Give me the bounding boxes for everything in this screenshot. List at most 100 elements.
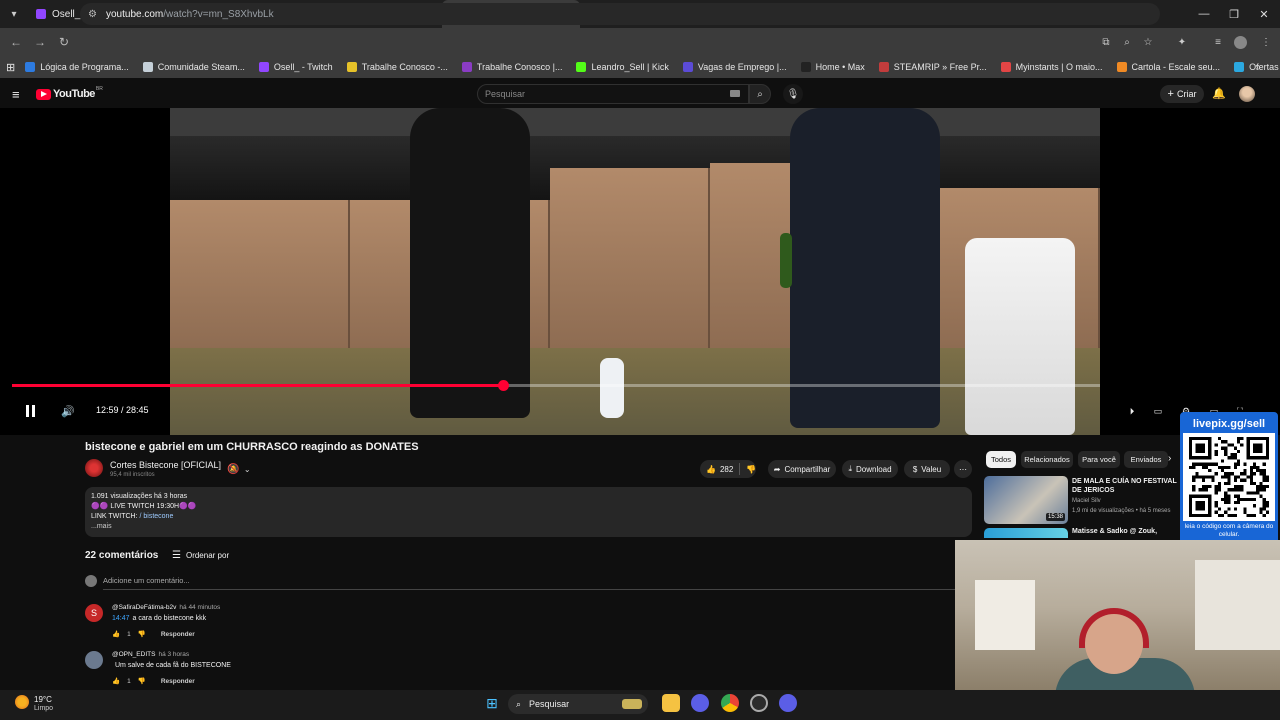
bookmark-item[interactable]: Leandro_Sell | Kick — [576, 62, 669, 72]
reading-list-icon[interactable]: ≡ — [1210, 34, 1226, 50]
bookmark-item[interactable]: STEAMRIP » Free Pr... — [878, 62, 987, 72]
chrome-icon[interactable] — [721, 694, 739, 712]
comment-time[interactable]: há 44 minutos — [179, 604, 220, 611]
bookmark-label: Vagas de Emprego |... — [697, 62, 787, 72]
bookmark-item[interactable]: Myinstants | O maio... — [1000, 62, 1103, 72]
comment-reply-button[interactable]: Responder — [161, 678, 195, 685]
account-avatar[interactable] — [1239, 86, 1255, 102]
subscription-bell-button[interactable]: 🔕 ⌄ — [222, 460, 256, 478]
install-icon[interactable]: ⧉ — [1098, 34, 1114, 50]
bookmark-item[interactable]: Vagas de Emprego |... — [682, 62, 787, 72]
recommendation-title[interactable]: Matisse & Sadko @ Zouk, — [1072, 528, 1157, 535]
comment-author[interactable]: @SafiraDeFátima-b2v — [112, 604, 176, 611]
subtitles-icon[interactable]: ▭ — [1150, 403, 1166, 419]
notifications-bell-icon[interactable]: 🔔 — [1212, 87, 1226, 100]
comment-dislike-button[interactable]: 👎 — [138, 677, 146, 685]
bookmarks-overflow-icon[interactable]: » — [1250, 59, 1266, 75]
weather-temperature[interactable]: 19°C — [34, 695, 52, 704]
taskbar-search[interactable]: ⌕ Pesquisar — [508, 694, 648, 714]
create-button[interactable]: + Criar — [1160, 85, 1204, 103]
comment-like-button[interactable]: 👍 — [112, 630, 120, 638]
site-info-icon[interactable]: ⚙ — [88, 9, 100, 20]
more-actions-button[interactable]: ⋯ — [954, 460, 972, 478]
profile-avatar[interactable] — [1232, 34, 1248, 50]
filter-chip[interactable]: Enviados — [1124, 451, 1168, 468]
minimize-icon[interactable]: — — [1188, 0, 1220, 28]
discord-icon[interactable] — [691, 694, 709, 712]
recommendation-thumbnail[interactable]: 15:38 — [984, 476, 1068, 524]
channel-avatar[interactable] — [85, 459, 103, 477]
video-water-bottle — [600, 358, 624, 418]
forward-icon[interactable]: → — [28, 30, 52, 54]
recommendation-channel[interactable]: Maciel Silv — [1072, 498, 1101, 504]
search-button[interactable]: ⌕ — [749, 84, 771, 104]
back-icon[interactable]: ← — [4, 30, 28, 54]
address-bar[interactable]: ⚙ youtube.com/watch?v=mn_S8XhvbLk — [80, 3, 1160, 25]
windows-start-icon[interactable]: ⊞ — [483, 694, 501, 712]
bookmark-item[interactable]: Cartola - Escale seu... — [1116, 62, 1220, 72]
thanks-button[interactable]: $ Valeu — [904, 460, 950, 478]
recommendation-title[interactable]: DE MALA E CUÍA NO FESTIVAL DE JERICOS — [1072, 477, 1182, 495]
progress-bar-played — [12, 384, 503, 387]
comment-avatar[interactable] — [85, 651, 103, 669]
livepix-url: livepix.gg/sell — [1183, 415, 1275, 433]
pause-button[interactable] — [20, 401, 40, 421]
apps-icon[interactable]: ⊞ — [6, 61, 15, 74]
close-window-icon[interactable]: ✕ — [1248, 0, 1280, 28]
share-button[interactable]: ➦ Compartilhar — [768, 460, 836, 478]
bookmark-item[interactable]: Trabalhe Conosco |... — [461, 62, 562, 72]
filter-chip[interactable]: Todos — [986, 451, 1016, 468]
description-more[interactable]: ...mais — [91, 522, 966, 532]
comment-timestamp-link[interactable]: 14:47 — [112, 615, 130, 622]
browser-menu-icon[interactable]: ⋮ — [1258, 34, 1274, 50]
bookmark-item[interactable]: Lógica de Programa... — [25, 62, 129, 72]
filter-chip[interactable]: Para você — [1078, 451, 1120, 468]
webcam-background-shelf — [975, 580, 1035, 650]
weather-icon[interactable] — [15, 695, 29, 709]
comment-author[interactable]: @OPN_EDITS — [112, 651, 155, 658]
chevron-right-icon[interactable]: › — [1168, 453, 1171, 464]
comment-like-button[interactable]: 👍 — [112, 677, 120, 685]
discord-ptb-icon[interactable] — [779, 694, 797, 712]
add-comment-input[interactable]: Adicione um comentário... — [103, 576, 955, 590]
progress-scrubber[interactable] — [498, 380, 509, 391]
filter-chip[interactable]: Relacionados — [1021, 451, 1073, 468]
twitch-link[interactable]: / bistecone — [139, 513, 173, 520]
search-input[interactable]: Pesquisar — [477, 84, 749, 104]
download-button[interactable]: ⤓ Download — [842, 460, 898, 478]
sort-comments-button[interactable]: ☰ Ordenar por — [172, 550, 229, 561]
hamburger-menu-icon[interactable]: ≡ — [12, 87, 20, 102]
extensions-icon[interactable]: ✦ — [1174, 34, 1190, 50]
video-player[interactable]: 🔊 12:59 / 28:45 ⏵ ▭ ⚙ ▭ ⛶ — [0, 108, 1280, 435]
voice-search-button[interactable]: 🎙 — [783, 84, 803, 104]
youtube-logo[interactable]: YouTube BR — [36, 86, 103, 100]
bookmark-item[interactable]: Osell_ - Twitch — [258, 62, 333, 72]
keyboard-icon[interactable] — [730, 90, 740, 97]
restore-icon[interactable]: ❐ — [1218, 0, 1250, 28]
thumbs-down-icon: 👎 — [746, 464, 756, 474]
like-button[interactable]: 👍 282 — [706, 465, 733, 474]
volume-button[interactable]: 🔊 — [58, 401, 78, 421]
comment-avatar[interactable]: S — [85, 604, 103, 622]
dislike-button[interactable]: 👎 — [746, 465, 756, 474]
obs-icon[interactable] — [750, 694, 768, 712]
zoom-icon[interactable]: ⌕ — [1119, 34, 1135, 50]
bookmark-star-icon[interactable]: ☆ — [1140, 34, 1156, 50]
file-explorer-icon[interactable] — [662, 694, 680, 712]
comment-time[interactable]: há 3 horas — [158, 651, 189, 658]
more-icon: ⋯ — [959, 464, 967, 474]
channel-name[interactable]: Cortes Bistecone [OFICIAL] — [110, 460, 221, 470]
bookmark-favicon-icon — [1116, 62, 1127, 72]
reload-icon[interactable]: ↻ — [52, 30, 76, 54]
bookmark-item[interactable]: Trabalhe Conosco -... — [346, 62, 448, 72]
comment-reply-button[interactable]: Responder — [161, 631, 195, 638]
description-box[interactable]: 1.091 visualizações há 3 horas 🟣🟣 LIVE T… — [85, 487, 972, 537]
autoplay-toggle-icon[interactable]: ⏵ — [1124, 403, 1140, 419]
tab-search-icon[interactable]: ▾ — [0, 0, 28, 28]
youtube-region: BR — [95, 86, 103, 92]
progress-bar[interactable] — [12, 380, 1100, 391]
comment-dislike-button[interactable]: 👎 — [138, 630, 146, 638]
recommendation-thumbnail[interactable] — [984, 528, 1068, 538]
bookmark-item[interactable]: Comunidade Steam... — [142, 62, 245, 72]
bookmark-item[interactable]: Home • Max — [800, 62, 865, 72]
